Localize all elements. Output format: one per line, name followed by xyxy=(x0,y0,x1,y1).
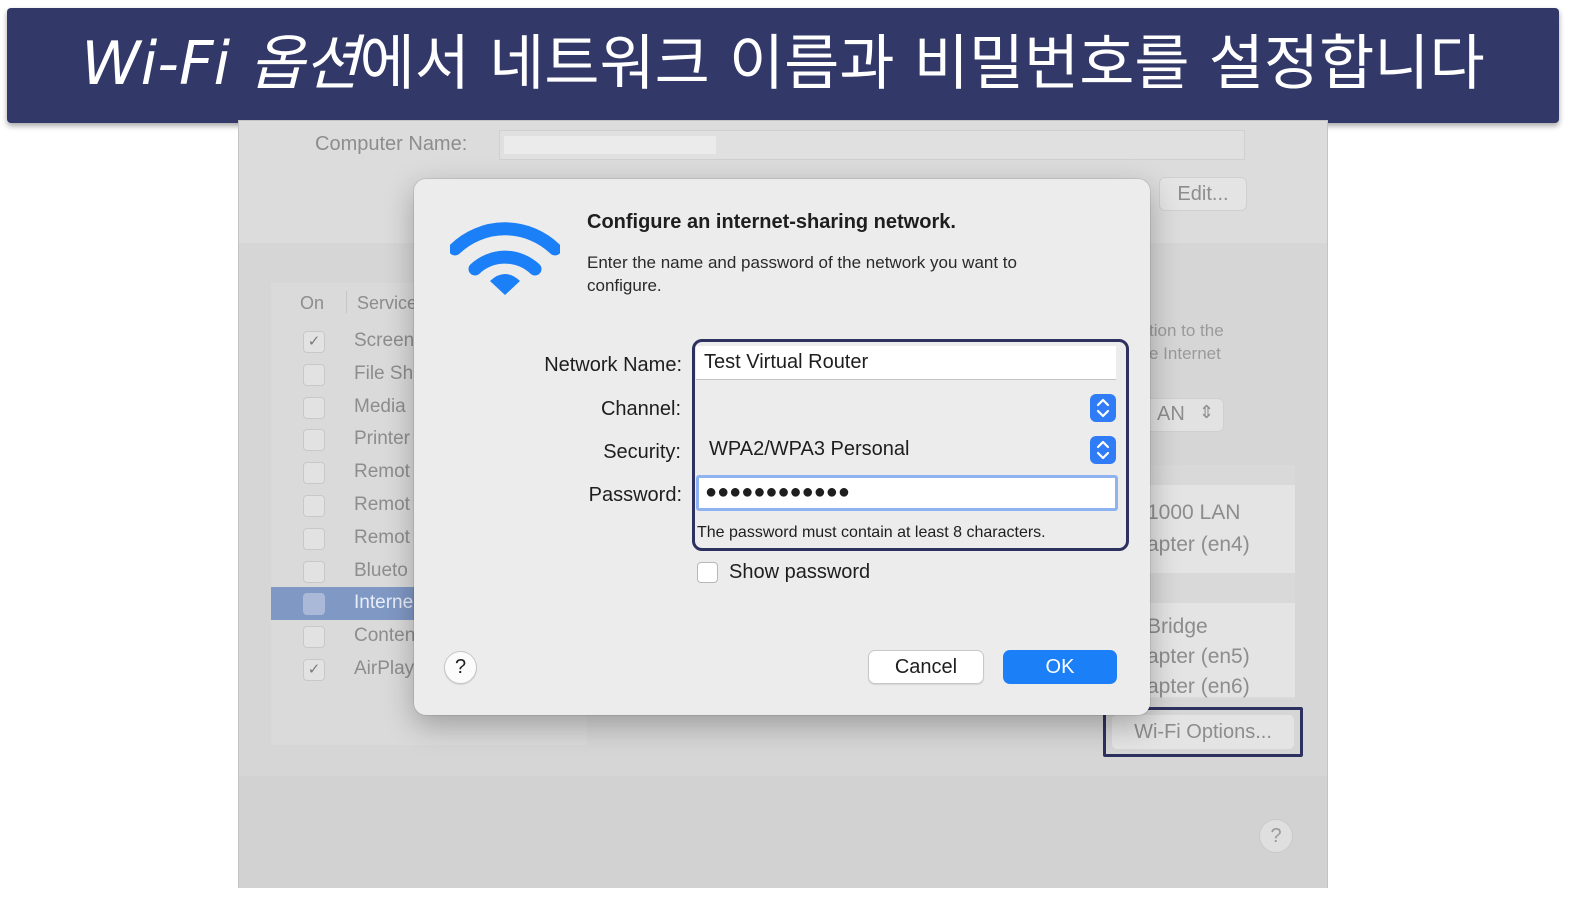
port-label: 1000 LAN xyxy=(1147,501,1241,524)
security-select[interactable]: WPA2/WPA3 Personal xyxy=(696,432,1116,468)
service-checkbox[interactable] xyxy=(303,527,325,550)
service-label: Screen xyxy=(354,330,415,351)
service-label: Interne xyxy=(354,592,414,614)
service-checkbox[interactable] xyxy=(303,363,325,386)
service-checkbox[interactable]: ✓ xyxy=(303,658,325,681)
service-label: Remot xyxy=(354,526,410,548)
column-header-on[interactable]: On xyxy=(300,293,324,314)
dialog-title: Configure an internet-sharing network. xyxy=(587,211,956,233)
channel-label: Channel: xyxy=(600,398,681,420)
service-checkbox[interactable] xyxy=(303,429,325,452)
wifi-options-button[interactable]: Wi-Fi Options... xyxy=(1112,715,1294,749)
port-item[interactable]: Bridge apter (en5) apter (en6) xyxy=(1139,603,1295,698)
dialog-description: Enter the name and password of the netwo… xyxy=(587,253,1017,295)
show-password-label[interactable]: Show password xyxy=(729,561,870,584)
port-label: apter (en4) xyxy=(1147,533,1250,556)
stepper-icon xyxy=(1090,394,1116,422)
service-checkbox[interactable] xyxy=(303,593,325,616)
popup-value: AN xyxy=(1157,403,1185,425)
column-header-service[interactable]: Service xyxy=(357,293,417,314)
service-label: Remot xyxy=(354,493,410,515)
title-banner: Wi-Fi 옵션에서 네트워크 이름과 비밀번호를 설정합니다 xyxy=(7,8,1559,123)
configure-network-dialog: Configure an internet-sharing network. E… xyxy=(414,179,1150,715)
share-description-line: tion to the xyxy=(1149,321,1224,340)
service-label: Media xyxy=(354,395,406,417)
password-field[interactable]: ●●●●●●●●●●●● xyxy=(696,475,1118,511)
share-from-popup[interactable]: AN ⇕ xyxy=(1144,398,1224,432)
network-name-value: Test Virtual Router xyxy=(704,351,869,373)
computer-name-field[interactable] xyxy=(499,130,1245,160)
service-checkbox[interactable]: ✓ xyxy=(303,331,325,353)
port-item[interactable]: 1000 LAN apter (en4) xyxy=(1139,485,1295,573)
password-value: ●●●●●●●●●●●● xyxy=(705,481,850,503)
password-hint: The password must contain at least 8 cha… xyxy=(697,524,1046,541)
port-label: Bridge xyxy=(1147,615,1208,638)
service-label: Conten xyxy=(354,625,416,647)
banner-title-text: 에서 네트워크 이름과 비밀번호를 설정합니다 xyxy=(359,29,1485,99)
security-value: WPA2/WPA3 Personal xyxy=(709,438,910,460)
share-description-line: e Internet xyxy=(1149,344,1221,363)
ports-list: 1000 LAN apter (en4) Bridge apter (en5) … xyxy=(1139,465,1295,699)
window-footer xyxy=(239,776,1327,888)
service-checkbox[interactable] xyxy=(303,560,325,583)
wifi-icon xyxy=(450,222,560,295)
network-name-field[interactable]: Test Virtual Router xyxy=(696,346,1116,380)
cancel-button[interactable]: Cancel xyxy=(868,650,984,684)
service-label: Remot xyxy=(354,461,410,483)
network-name-label: Network Name: xyxy=(544,354,682,376)
service-label: Printer xyxy=(354,428,410,450)
service-checkbox[interactable] xyxy=(303,462,325,485)
port-label: apter (en5) xyxy=(1147,645,1250,668)
share-connection-description: tion to the e Internet xyxy=(1149,319,1224,365)
service-label: Blueto xyxy=(354,559,408,581)
show-password-checkbox[interactable] xyxy=(697,562,718,583)
security-label: Security: xyxy=(603,441,681,463)
help-button-background[interactable]: ? xyxy=(1259,819,1293,853)
banner-title: Wi-Fi 옵션에서 네트워크 이름과 비밀번호를 설정합니다 xyxy=(7,26,1559,102)
checkmark-icon: ✓ xyxy=(307,660,321,678)
column-divider xyxy=(346,291,347,313)
port-label: apter (en6) xyxy=(1147,675,1250,698)
service-checkbox[interactable] xyxy=(303,396,325,419)
password-label: Password: xyxy=(588,484,682,506)
help-button[interactable]: ? xyxy=(444,651,477,684)
computer-name-value xyxy=(504,136,716,154)
checkmark-icon: ✓ xyxy=(307,333,321,350)
edit-button[interactable]: Edit... xyxy=(1159,177,1247,211)
channel-select[interactable] xyxy=(696,390,1116,426)
service-label: AirPlay xyxy=(354,657,415,679)
help-icon: ? xyxy=(1270,825,1282,847)
computer-name-label: Computer Name: xyxy=(315,133,468,155)
chevron-updown-icon: ⇕ xyxy=(1199,402,1215,422)
ok-button[interactable]: OK xyxy=(1003,650,1117,684)
service-checkbox[interactable] xyxy=(303,494,325,517)
service-label: File Sh xyxy=(354,362,414,384)
banner-title-emphasis: Wi-Fi 옵션 xyxy=(81,29,360,99)
help-icon: ? xyxy=(454,656,467,678)
stepper-icon xyxy=(1090,436,1116,464)
service-checkbox[interactable] xyxy=(303,626,325,649)
